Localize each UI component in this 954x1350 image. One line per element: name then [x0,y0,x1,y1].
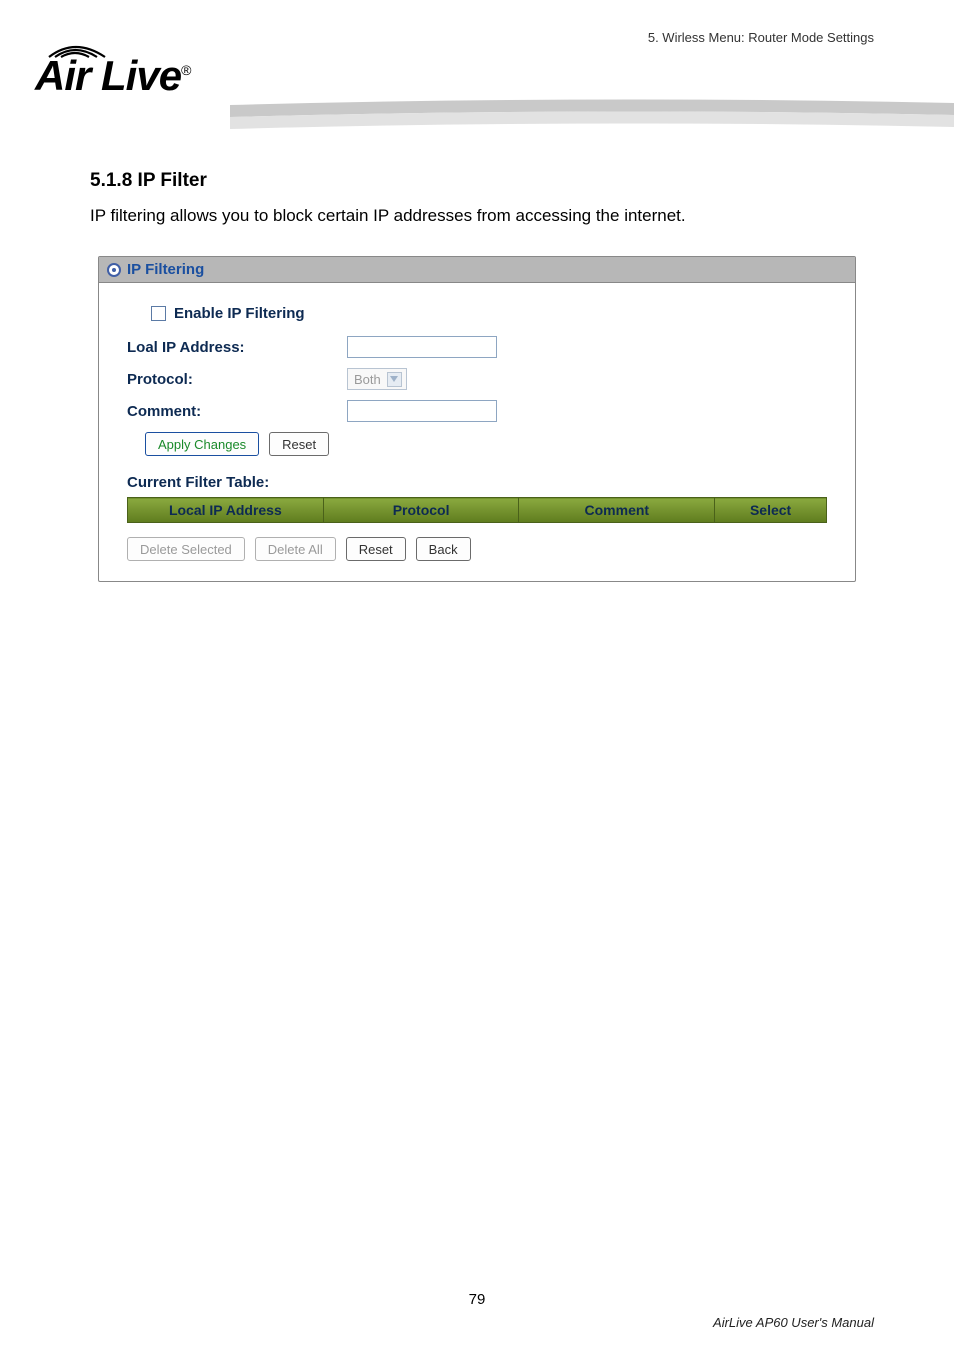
ip-filtering-panel: IP Filtering Enable IP Filtering Loal IP… [98,256,856,582]
protocol-select[interactable]: Both [347,368,407,390]
brand-logo: Air Live® [35,35,190,97]
filter-table-title: Current Filter Table: [127,474,827,491]
current-filter-table: Local IP Address Protocol Comment Select [127,497,827,523]
page-number: 79 [0,1291,954,1308]
protocol-label: Protocol: [127,371,347,388]
back-button[interactable]: Back [416,537,471,561]
col-comment: Comment [519,498,715,523]
registered-mark: ® [181,62,190,78]
panel-title: IP Filtering [127,261,204,278]
col-select: Select [715,498,827,523]
chapter-reference: 5. Wirless Menu: Router Mode Settings [648,30,874,45]
section-intro-text: IP filtering allows you to block certain… [90,206,864,226]
section-heading: 5.1.8 IP Filter [90,170,864,192]
logo-text: Air Live [35,52,181,99]
delete-all-button[interactable]: Delete All [255,537,336,561]
apply-changes-button[interactable]: Apply Changes [145,432,259,456]
col-local-ip: Local IP Address [128,498,324,523]
reset-button[interactable]: Reset [269,432,329,456]
delete-selected-button[interactable]: Delete Selected [127,537,245,561]
header-swoosh-decoration [230,95,954,135]
reset-table-button[interactable]: Reset [346,537,406,561]
panel-header: IP Filtering [99,257,855,283]
comment-input[interactable] [347,400,497,422]
local-ip-input[interactable] [347,336,497,358]
chevron-down-icon [387,372,402,387]
enable-ip-filtering-checkbox[interactable] [151,306,166,321]
col-protocol: Protocol [323,498,519,523]
local-ip-label: Loal IP Address: [127,339,347,356]
comment-label: Comment: [127,403,347,420]
target-icon [107,263,121,277]
manual-reference: AirLive AP60 User's Manual [713,1315,874,1330]
enable-ip-filtering-label: Enable IP Filtering [174,305,305,322]
protocol-selected-value: Both [354,372,381,387]
